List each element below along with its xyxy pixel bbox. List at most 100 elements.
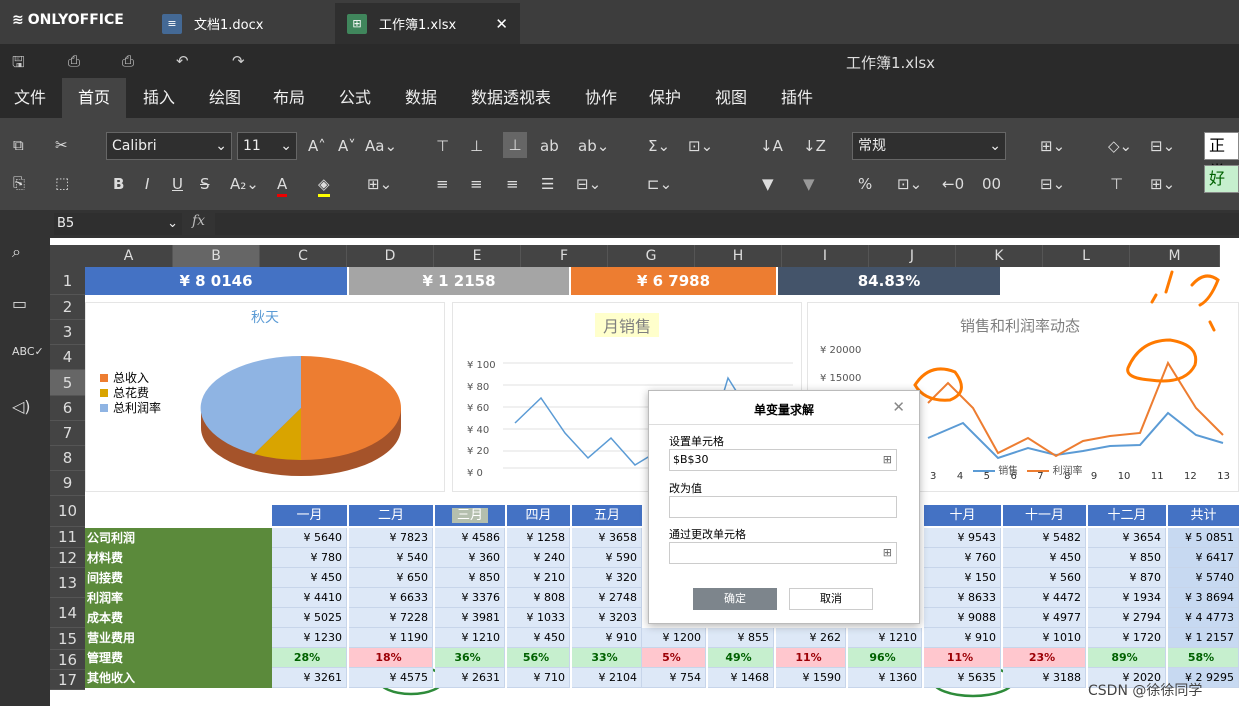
by-change-input[interactable]: ⊞ [669, 542, 897, 564]
table-cell[interactable]: ¥ 450 [272, 568, 347, 588]
table-cell[interactable]: ¥ 5025 [272, 608, 347, 628]
table-cell[interactable]: ¥ 5482 [1003, 528, 1086, 548]
range-select-icon[interactable]: ⊞ [883, 543, 892, 563]
table-cell[interactable]: ¥ 360 [435, 548, 505, 568]
table-cell[interactable]: ¥ 5640 [272, 528, 347, 548]
table-cell[interactable]: ¥ 760 [924, 548, 1001, 568]
table-cell[interactable]: 49% [708, 648, 774, 668]
table-cell[interactable]: ¥ 150 [924, 568, 1001, 588]
month-header: 共计 [1168, 505, 1239, 526]
table-cell[interactable]: 56% [507, 648, 570, 668]
table-cell[interactable]: ¥ 754 [642, 668, 706, 688]
table-cell[interactable]: ¥ 780 [272, 548, 347, 568]
table-cell[interactable]: ¥ 450 [507, 628, 570, 648]
table-cell[interactable]: ¥ 560 [1003, 568, 1086, 588]
table-cell[interactable]: ¥ 6417 [1168, 548, 1239, 568]
by-change-label: 通过更改单元格 [669, 528, 746, 541]
table-cell[interactable]: ¥ 1590 [776, 668, 846, 688]
table-cell[interactable]: 23% [1003, 648, 1086, 668]
table-cell[interactable]: 11% [924, 648, 1001, 668]
row-label: 公司利润 [85, 528, 272, 548]
table-cell[interactable]: ¥ 1200 [642, 628, 706, 648]
table-cell[interactable]: ¥ 4977 [1003, 608, 1086, 628]
table-cell[interactable]: ¥ 1190 [349, 628, 433, 648]
table-cell[interactable]: 18% [349, 648, 433, 668]
table-cell[interactable]: ¥ 210 [507, 568, 570, 588]
table-cell[interactable]: ¥ 450 [1003, 548, 1086, 568]
range-select-icon[interactable]: ⊞ [883, 450, 892, 470]
table-cell[interactable]: 33% [572, 648, 642, 668]
table-cell[interactable]: ¥ 1468 [708, 668, 774, 688]
month-header: 四月 [507, 505, 570, 526]
close-icon[interactable]: ✕ [892, 398, 905, 416]
table-cell[interactable]: ¥ 850 [1088, 548, 1166, 568]
table-cell[interactable]: ¥ 9543 [924, 528, 1001, 548]
table-cell[interactable]: ¥ 1934 [1088, 588, 1166, 608]
table-cell[interactable]: ¥ 1210 [435, 628, 505, 648]
table-cell[interactable]: ¥ 3658 [572, 528, 642, 548]
to-value-input[interactable] [669, 496, 897, 518]
row-label: 成本费 [85, 608, 272, 628]
table-cell[interactable]: 58% [1168, 648, 1239, 668]
table-cell[interactable]: ¥ 1360 [848, 668, 922, 688]
table-cell[interactable]: ¥ 870 [1088, 568, 1166, 588]
table-cell[interactable]: ¥ 7823 [349, 528, 433, 548]
table-cell[interactable]: ¥ 540 [349, 548, 433, 568]
table-cell[interactable]: ¥ 3203 [572, 608, 642, 628]
month-header: 十二月 [1088, 505, 1166, 526]
ok-button[interactable]: 确定 [693, 588, 777, 610]
table-cell[interactable]: ¥ 1010 [1003, 628, 1086, 648]
table-cell[interactable]: ¥ 855 [708, 628, 774, 648]
table-cell[interactable]: ¥ 1210 [848, 628, 922, 648]
table-cell[interactable]: ¥ 3981 [435, 608, 505, 628]
table-cell[interactable]: ¥ 2631 [435, 668, 505, 688]
table-cell[interactable]: ¥ 3376 [435, 588, 505, 608]
watermark: CSDN @徐徐同学 [1088, 683, 1203, 699]
table-cell[interactable]: ¥ 1258 [507, 528, 570, 548]
table-cell[interactable]: ¥ 1720 [1088, 628, 1166, 648]
table-cell[interactable]: ¥ 850 [435, 568, 505, 588]
row-label: 管理费 [85, 648, 272, 668]
table-cell[interactable]: 36% [435, 648, 505, 668]
table-cell[interactable]: 11% [776, 648, 846, 668]
table-cell[interactable]: ¥ 1033 [507, 608, 570, 628]
table-cell[interactable]: ¥ 910 [924, 628, 1001, 648]
table-cell[interactable]: ¥ 320 [572, 568, 642, 588]
table-cell[interactable]: ¥ 2748 [572, 588, 642, 608]
goal-seek-dialog: 单变量求解 ✕ 设置单元格 $B$30 ⊞ 改为值 通过更改单元格 ⊞ 确定 取消 [648, 390, 920, 624]
table-cell[interactable]: ¥ 2794 [1088, 608, 1166, 628]
table-cell[interactable]: ¥ 9088 [924, 608, 1001, 628]
table-cell[interactable]: ¥ 5740 [1168, 568, 1239, 588]
table-cell[interactable]: ¥ 1230 [272, 628, 347, 648]
table-cell[interactable]: 5% [642, 648, 706, 668]
table-cell[interactable]: ¥ 4410 [272, 588, 347, 608]
table-cell[interactable]: ¥ 6633 [349, 588, 433, 608]
table-cell[interactable]: ¥ 8633 [924, 588, 1001, 608]
table-cell[interactable]: ¥ 3261 [272, 668, 347, 688]
table-cell[interactable]: ¥ 5635 [924, 668, 1001, 688]
table-cell[interactable]: ¥ 240 [507, 548, 570, 568]
table-cell[interactable]: ¥ 4586 [435, 528, 505, 548]
row-label: 其他收入 [85, 668, 272, 688]
table-cell[interactable]: ¥ 910 [572, 628, 642, 648]
table-cell[interactable]: 28% [272, 648, 347, 668]
table-cell[interactable]: ¥ 590 [572, 548, 642, 568]
cancel-button[interactable]: 取消 [789, 588, 873, 610]
table-cell[interactable]: ¥ 5 0851 [1168, 528, 1239, 548]
table-cell[interactable]: ¥ 3654 [1088, 528, 1166, 548]
table-cell[interactable]: 89% [1088, 648, 1166, 668]
table-cell[interactable]: ¥ 4575 [349, 668, 433, 688]
table-cell[interactable]: ¥ 808 [507, 588, 570, 608]
table-cell[interactable]: ¥ 2104 [572, 668, 642, 688]
table-cell[interactable]: 96% [848, 648, 922, 668]
table-cell[interactable]: ¥ 3188 [1003, 668, 1086, 688]
table-cell[interactable]: ¥ 1 2157 [1168, 628, 1239, 648]
table-cell[interactable]: ¥ 650 [349, 568, 433, 588]
set-cell-input[interactable]: $B$30 ⊞ [669, 449, 897, 471]
table-cell[interactable]: ¥ 262 [776, 628, 846, 648]
table-cell[interactable]: ¥ 710 [507, 668, 570, 688]
table-cell[interactable]: ¥ 7228 [349, 608, 433, 628]
table-cell[interactable]: ¥ 4 4773 [1168, 608, 1239, 628]
table-cell[interactable]: ¥ 3 8694 [1168, 588, 1239, 608]
table-cell[interactable]: ¥ 4472 [1003, 588, 1086, 608]
